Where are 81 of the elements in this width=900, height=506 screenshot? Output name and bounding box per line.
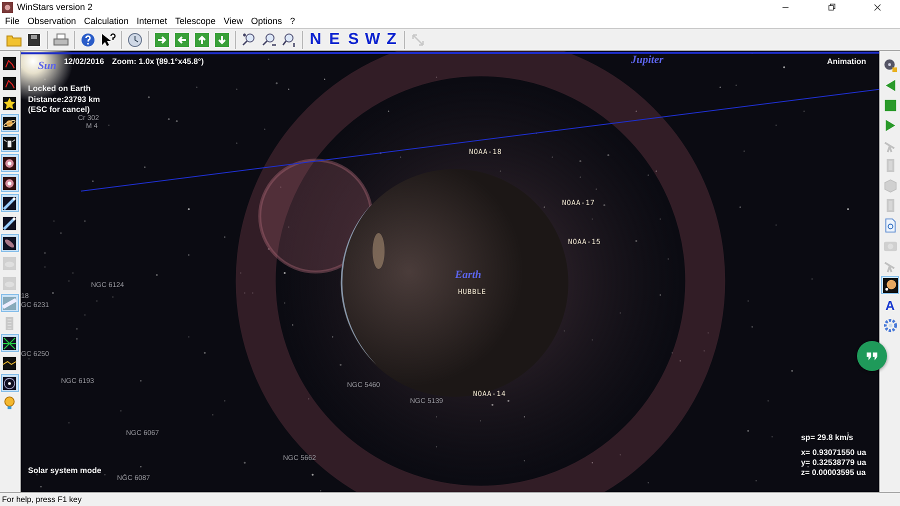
zoom-out-icon bbox=[261, 32, 277, 48]
menu-item[interactable]: Telescope bbox=[171, 14, 220, 28]
status-text: For help, press F1 key bbox=[2, 495, 82, 504]
menu-item[interactable]: Calculation bbox=[80, 14, 133, 28]
milky-way-icon bbox=[2, 296, 18, 310]
info-text: x= 0.93071550 ua bbox=[800, 449, 866, 457]
stop-icon bbox=[882, 98, 898, 112]
ringed-planet-icon bbox=[2, 116, 18, 130]
film-reel-icon bbox=[882, 58, 898, 72]
tool-button[interactable] bbox=[0, 134, 19, 152]
letter-button[interactable]: A bbox=[881, 296, 900, 314]
info-text: z= 0.00003595 ua bbox=[800, 469, 866, 477]
help-icon bbox=[80, 32, 96, 48]
maximize-icon bbox=[826, 2, 836, 12]
tool-button[interactable] bbox=[0, 54, 19, 72]
nebula-icon bbox=[2, 156, 18, 170]
info-text: Distance:23793 km bbox=[28, 96, 100, 104]
arrow-right-icon bbox=[154, 32, 170, 48]
tool-button[interactable] bbox=[0, 114, 19, 132]
close-icon bbox=[872, 2, 882, 12]
arrow-up-icon bbox=[194, 32, 210, 48]
menu-item[interactable]: Internet bbox=[132, 14, 172, 28]
letter-button[interactable]: S bbox=[344, 30, 363, 49]
info-text: Zoom: 1.0x (89.1°x45.8°) bbox=[112, 58, 204, 66]
planet-label: Sun bbox=[38, 61, 56, 72]
grid-icon bbox=[2, 336, 18, 350]
planet-label: Jupiter bbox=[630, 55, 664, 66]
cloud-icon bbox=[2, 256, 18, 270]
window-title: WinStars version 2 bbox=[17, 2, 93, 12]
comet-icon bbox=[2, 196, 18, 210]
menu-item[interactable]: View bbox=[220, 14, 247, 28]
letter-button[interactable]: Z bbox=[382, 30, 401, 49]
letter-button[interactable]: N bbox=[306, 30, 325, 49]
tool-button[interactable] bbox=[0, 374, 19, 392]
constellation-icon bbox=[2, 56, 18, 70]
nebula-icon bbox=[2, 176, 18, 190]
cube-icon bbox=[882, 178, 898, 192]
info-text: Animation bbox=[826, 58, 866, 66]
letter-button[interactable]: W bbox=[363, 30, 382, 49]
star-icon bbox=[2, 96, 18, 110]
app-icon bbox=[2, 2, 13, 12]
zoom-icon bbox=[281, 32, 297, 48]
letter-button[interactable]: E bbox=[325, 30, 344, 49]
arrow-left-icon bbox=[174, 32, 190, 48]
tool-button[interactable] bbox=[0, 194, 19, 212]
printer-icon bbox=[53, 32, 69, 48]
info-text: (ESC for cancel) bbox=[28, 106, 90, 114]
zoom-in-icon bbox=[241, 32, 257, 48]
info-text: Solar system mode bbox=[28, 467, 102, 475]
tool-button[interactable] bbox=[0, 234, 19, 252]
tool-button[interactable] bbox=[881, 276, 900, 294]
constellation-icon bbox=[2, 76, 18, 90]
info-text: sp= 29.8 km/s bbox=[800, 434, 854, 442]
planet-label: Earth bbox=[454, 270, 482, 281]
horizon-icon bbox=[2, 356, 18, 370]
tool-button[interactable] bbox=[0, 354, 19, 372]
menu-item[interactable]: Options bbox=[247, 14, 286, 28]
info-text: 12/02/2016 bbox=[64, 58, 104, 66]
gear-icon bbox=[882, 318, 898, 332]
comet-icon bbox=[2, 216, 18, 230]
tool-button[interactable] bbox=[0, 214, 19, 232]
bulb-icon bbox=[2, 396, 18, 410]
menu-item[interactable]: File bbox=[1, 14, 24, 28]
info-text: Locked on Earth bbox=[28, 85, 91, 93]
resize-icon bbox=[410, 32, 426, 48]
tool-button[interactable] bbox=[0, 154, 19, 172]
planet-icon bbox=[882, 278, 898, 292]
clock-icon bbox=[127, 32, 143, 48]
menu-item[interactable]: ? bbox=[286, 14, 300, 28]
tool-button[interactable] bbox=[0, 334, 19, 352]
info-text: y= 0.32538779 ua bbox=[800, 459, 866, 467]
orbit-icon bbox=[2, 376, 18, 390]
tool-button[interactable] bbox=[0, 74, 19, 92]
arrow-down-icon bbox=[214, 32, 230, 48]
satellite-icon bbox=[2, 136, 18, 150]
pointer-help-icon bbox=[100, 32, 116, 48]
cloud-icon bbox=[2, 276, 18, 290]
tool-button[interactable] bbox=[0, 174, 19, 192]
galaxy-icon bbox=[2, 236, 18, 250]
tool-button[interactable] bbox=[0, 94, 19, 112]
menu-item[interactable]: Observation bbox=[24, 14, 80, 28]
